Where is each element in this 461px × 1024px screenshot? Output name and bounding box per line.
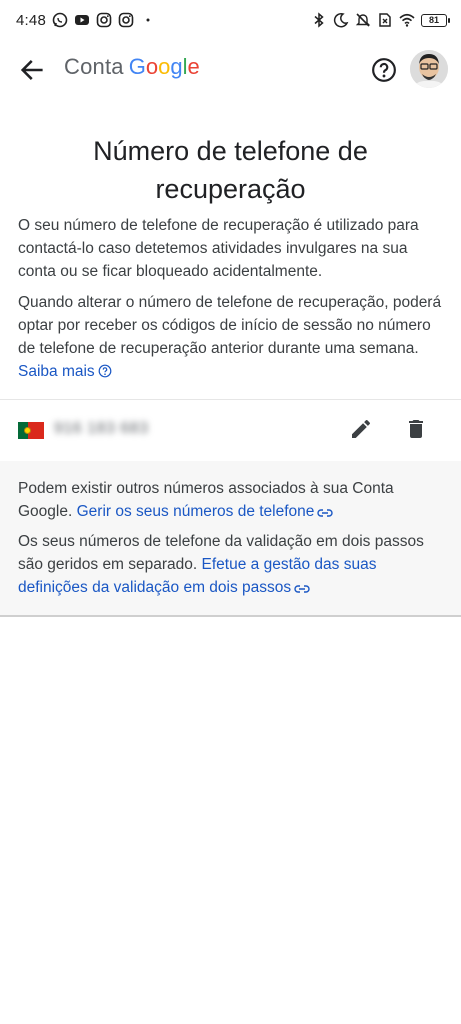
phone-number: 916 183 683 xyxy=(54,420,149,437)
portugal-flag-icon xyxy=(18,422,44,439)
status-left: 4:48 xyxy=(16,12,156,29)
help-icon[interactable] xyxy=(371,57,397,83)
link-icon xyxy=(317,509,334,517)
logo-conta-text: Conta xyxy=(64,54,124,79)
two-step-paragraph: Os seus números de telefone da validação… xyxy=(18,530,443,599)
google-letter: o xyxy=(145,54,159,79)
mute-icon xyxy=(355,13,371,27)
google-letter: e xyxy=(187,54,200,79)
manage-phone-numbers-link[interactable]: Gerir os seus números de telefone xyxy=(77,503,334,520)
battery-icon: 81 xyxy=(421,13,450,27)
google-letter: o xyxy=(158,54,171,79)
other-numbers-paragraph: Podem existir outros números associados … xyxy=(18,477,443,523)
google-wordmark: Google xyxy=(129,54,200,80)
google-letter: G xyxy=(128,54,146,79)
whatsapp-icon xyxy=(52,12,68,28)
description-paragraph: O seu número de telefone de recuperação … xyxy=(18,217,419,280)
no-sim-icon xyxy=(379,13,391,27)
status-right: 81 xyxy=(311,12,450,28)
link-icon xyxy=(294,585,310,593)
youtube-icon xyxy=(75,15,89,25)
google-letter: g xyxy=(170,54,183,79)
status-bar: 4:48 81 xyxy=(0,0,461,40)
instagram-icon xyxy=(96,12,112,28)
avatar-cartoon-icon xyxy=(410,50,448,88)
dot-icon xyxy=(146,18,150,22)
back-arrow-icon[interactable] xyxy=(18,56,46,84)
info-box: Podem existir outros números associados … xyxy=(0,461,461,617)
help-circle-icon xyxy=(98,364,112,378)
clock: 4:48 xyxy=(16,11,46,29)
learn-more-label: Saiba mais xyxy=(18,363,95,380)
moon-icon xyxy=(333,12,349,28)
page-title: Número de telefone de recuperação xyxy=(93,136,368,204)
bluetooth-icon xyxy=(314,12,324,28)
app-bar: Conta Google xyxy=(0,44,461,96)
conta-google-logo: Conta Google xyxy=(64,54,200,80)
instagram-icon xyxy=(118,12,134,28)
avatar[interactable] xyxy=(410,50,448,88)
manage-phone-numbers-label: Gerir os seus números de telefone xyxy=(76,503,315,520)
edit-pencil-icon[interactable] xyxy=(349,417,373,441)
delete-trash-icon[interactable] xyxy=(404,417,428,441)
recovery-phone-row: 916 183 683 xyxy=(0,400,461,460)
change-info-paragraph: Quando alterar o número de telefone de r… xyxy=(18,291,443,383)
change-info-text: Quando alterar o número de telefone de r… xyxy=(18,294,442,357)
wifi-icon xyxy=(399,13,415,27)
learn-more-link[interactable]: Saiba mais xyxy=(18,363,112,380)
